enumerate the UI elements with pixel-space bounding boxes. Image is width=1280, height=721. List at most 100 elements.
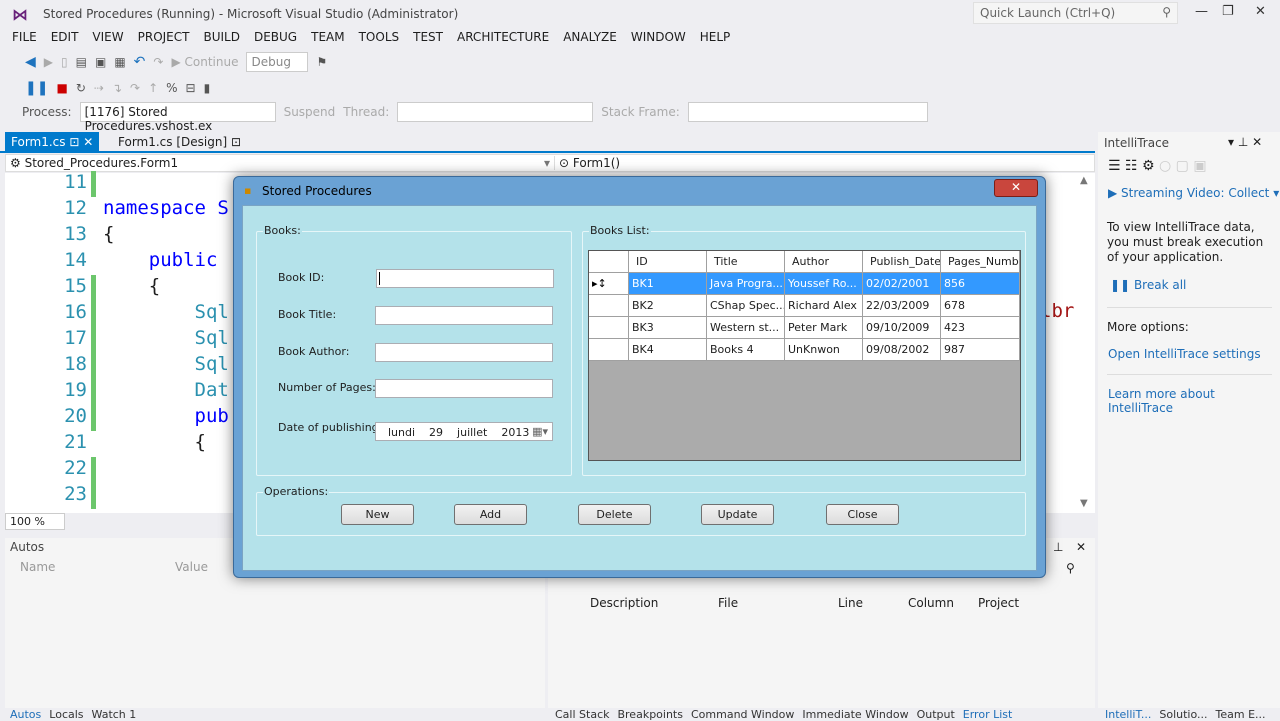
menu-debug[interactable]: DEBUG [247,28,304,48]
menu-build[interactable]: BUILD [196,28,246,48]
threads-icon[interactable]: ⊟ [186,81,196,95]
col-name[interactable]: Name [20,560,55,574]
table-cell[interactable]: 423 [941,317,1020,339]
tab-form1-design[interactable]: Form1.cs [Design] ⊡ [112,132,247,152]
close-window-button[interactable]: ✕ [1255,4,1266,19]
col-value[interactable]: Value [175,560,208,574]
menu-view[interactable]: VIEW [85,28,130,48]
books-grid[interactable]: IDTitleAuthorPublish_DatePages_Number▸↕B… [588,250,1021,461]
update-button[interactable]: Update [701,504,774,525]
step-out-icon[interactable]: ↑ [148,81,158,95]
table-cell[interactable]: Richard Alex [785,295,863,317]
book-id-input[interactable] [376,269,554,288]
restart-icon[interactable]: ↻ [76,81,86,95]
bottom-tab[interactable]: Immediate Window [802,708,908,721]
save-all-icon[interactable]: ▦ [114,55,125,69]
book-title-input[interactable] [375,306,553,325]
calendar-dropdown-icon[interactable]: ▦▾ [532,425,548,438]
maximize-button[interactable]: ❐ [1222,4,1234,19]
menu-test[interactable]: TEST [406,28,450,48]
member-select[interactable]: ⊙ Form1() [554,156,620,170]
menu-architecture[interactable]: ARCHITECTURE [450,28,556,48]
hex-icon[interactable]: % [166,81,177,95]
learn-more-link[interactable]: Learn more about IntelliTrace [1108,387,1280,415]
col-line[interactable]: Line [838,596,863,610]
table-cell[interactable]: BK1 [629,273,707,295]
find-icon[interactable]: ⚑ [316,55,327,69]
menu-analyze[interactable]: ANALYZE [556,28,624,48]
breakpoint-icon[interactable]: ▮ [204,81,211,95]
row-header[interactable] [589,295,629,317]
table-cell[interactable]: Peter Mark [785,317,863,339]
bottom-tab[interactable]: Command Window [691,708,794,721]
column-header[interactable]: Pages_Number [941,251,1020,273]
table-cell[interactable]: 02/02/2001 [863,273,941,295]
continue-button[interactable]: ▶ Continue [171,55,238,69]
row-header[interactable]: ▸↕ [589,273,629,295]
column-header[interactable]: ID [629,251,707,273]
redo-icon[interactable]: ↷ [153,55,163,69]
pin-icon[interactable]: ⊡ [69,135,79,149]
bottom-tab[interactable]: Output [917,708,955,721]
pin-icon[interactable]: ⊥ [1053,540,1063,554]
minimize-button[interactable]: — [1195,4,1208,19]
tab-form1-cs[interactable]: Form1.cs ⊡ ✕ [5,132,100,152]
col-file[interactable]: File [718,596,738,610]
table-cell[interactable]: BK3 [629,317,707,339]
table-cell[interactable]: 856 [941,273,1020,295]
new-file-icon[interactable]: ▯ [61,55,68,69]
table-cell[interactable]: BK4 [629,339,707,361]
menu-team[interactable]: TEAM [304,28,351,48]
menu-file[interactable]: FILE [5,28,44,48]
menu-window[interactable]: WINDOW [624,28,693,48]
search-icon[interactable]: ⚲ [1066,561,1075,575]
bottom-tab[interactable]: Solutio... [1159,708,1207,721]
forward-icon[interactable]: ▶ [44,55,53,69]
pause-icon[interactable]: ❚❚ [25,80,48,96]
table-cell[interactable]: 09/08/2002 [863,339,941,361]
undo-icon[interactable]: ↶ [134,54,146,70]
step-into-icon[interactable]: ↴ [112,81,122,95]
streaming-video-select[interactable]: ▶ Streaming Video: Collect ▾ [1108,186,1279,200]
panel-menu-icons[interactable]: ▾ ⊥ ✕ [1228,135,1262,149]
bottom-tab[interactable]: Team E... [1216,708,1266,721]
save-icon[interactable]: ▣ [95,55,106,69]
column-header[interactable]: Publish_Date [863,251,941,273]
table-row[interactable]: BK2 CShap Spec... Richard Alex 22/03/2009 67… [589,295,1020,317]
menu-edit[interactable]: EDIT [44,28,86,48]
table-row[interactable]: BK4 Books 4 UnKnwon 09/08/2002 987 [589,339,1020,361]
column-header[interactable]: Title [707,251,785,273]
break-all-link[interactable]: ❚❚ Break all [1110,278,1186,292]
scrollbar-up[interactable]: ▲ [1080,175,1088,186]
process-select[interactable]: [1176] Stored Procedures.vshost.ex [79,102,276,133]
row-header[interactable] [589,339,629,361]
table-cell[interactable]: 09/10/2009 [863,317,941,339]
bottom-tab[interactable]: Breakpoints [617,708,683,721]
add-button[interactable]: Add [454,504,527,525]
show-next-statement-icon[interactable]: ⇢ [94,81,104,95]
type-select[interactable]: ⚙ Stored_Procedures.Form1 [10,156,178,170]
table-cell[interactable]: UnKnwon [785,339,863,361]
close-tab-icon[interactable]: ✕ [83,135,93,149]
table-cell[interactable]: Youssef Ro... [785,273,863,295]
scrollbar-down[interactable]: ▼ [1080,498,1088,509]
stack-frame-select[interactable] [687,102,928,122]
bottom-tab[interactable]: Call Stack [555,708,609,721]
bottom-tab[interactable]: Locals [49,708,83,721]
table-cell[interactable]: Western st... [707,317,785,339]
new-button[interactable]: New [341,504,414,525]
menu-tools[interactable]: TOOLS [352,28,407,48]
close-icon[interactable]: ✕ [1076,540,1086,554]
table-row[interactable]: BK3 Western st... Peter Mark 09/10/2009 423 [589,317,1020,339]
table-cell[interactable]: 987 [941,339,1020,361]
table-cell[interactable]: Books 4 [707,339,785,361]
column-header[interactable]: Author [785,251,863,273]
table-cell[interactable]: CShap Spec... [707,295,785,317]
bottom-tab[interactable]: Error List [963,708,1013,721]
table-cell[interactable]: Java Progra... [707,273,785,295]
thread-select[interactable] [397,102,594,122]
table-cell[interactable]: BK2 [629,295,707,317]
pages-input[interactable] [375,379,553,398]
chevron-down-icon[interactable]: ▾ [544,156,550,170]
table-row[interactable]: ▸↕ BK1 Java Progra... Youssef Ro... 02/02/20… [589,273,1020,295]
